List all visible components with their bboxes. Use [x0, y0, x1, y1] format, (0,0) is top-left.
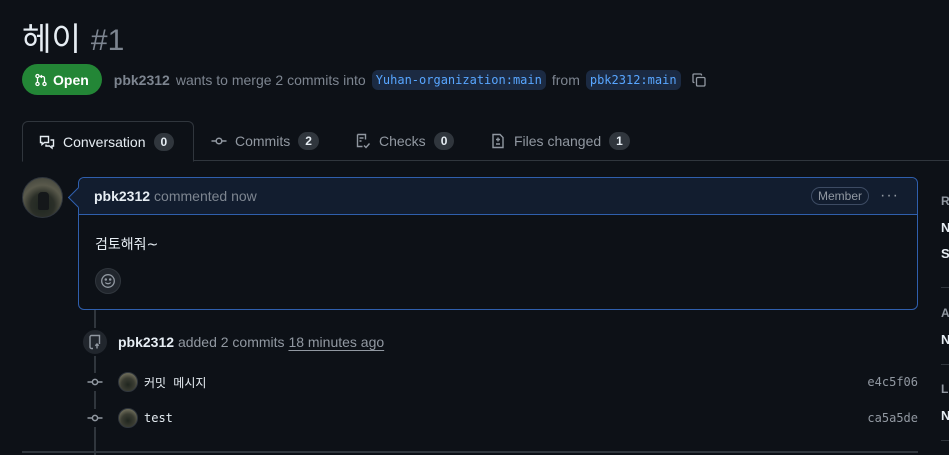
commit-message-link[interactable]: 커밋 메시지 [144, 374, 206, 391]
tab-files-changed-count: 1 [609, 132, 630, 150]
sidebar-reviewers-heading[interactable]: R [941, 194, 949, 208]
git-commit-icon [86, 409, 104, 427]
event-timestamp[interactable]: 18 minutes ago [288, 334, 384, 350]
pr-state-badge: Open [22, 64, 102, 95]
tab-commits-label: Commits [235, 133, 291, 149]
commit-sha-link[interactable]: e4c5f06 [867, 375, 918, 389]
commit-sha-link[interactable]: ca5a5de [867, 411, 918, 425]
sidebar-reviewers-suggestion: S [941, 246, 949, 261]
commits-added-event: pbk2312 added 2 commits 18 minutes ago [118, 334, 384, 350]
commit-message-link[interactable]: test [144, 411, 173, 425]
checklist-icon [356, 133, 371, 149]
pr-author-link[interactable]: pbk2312 [114, 72, 170, 88]
smiley-icon [101, 274, 115, 288]
pr-tab-bar: Conversation 0 Commits 2 Checks 0 Files … [22, 121, 949, 162]
comment-card: pbk2312 commented now Member ··· 검토해줘~ [78, 177, 918, 310]
tab-files-changed[interactable]: Files changed 1 [474, 121, 646, 161]
pr-state-label: Open [53, 71, 89, 88]
pr-from-text: from [551, 71, 580, 88]
tab-commits-count: 2 [298, 132, 319, 150]
comment-header: pbk2312 commented now Member ··· [79, 178, 917, 215]
sidebar-labels-heading[interactable]: L [941, 382, 948, 396]
git-commit-icon [211, 137, 227, 145]
sidebar-divider [941, 364, 949, 365]
tab-commits[interactable]: Commits 2 [195, 121, 335, 161]
sidebar-assignees-heading[interactable]: A [941, 306, 949, 320]
sidebar-divider [941, 287, 949, 288]
pr-title-row: 헤이 #1 [22, 14, 124, 60]
commit-author-avatar[interactable] [118, 372, 138, 392]
event-author-link[interactable]: pbk2312 [118, 334, 174, 350]
tab-files-changed-label: Files changed [514, 133, 602, 149]
pr-sidebar: R N S A N L N [941, 180, 949, 455]
pr-meta: Open pbk2312 wants to merge 2 commits in… [22, 64, 707, 95]
timeline-end-divider [22, 451, 918, 453]
kebab-menu-icon[interactable]: ··· [880, 187, 899, 205]
sidebar-assignees-value: N [941, 332, 949, 347]
comment-timestamp[interactable]: commented now [154, 188, 257, 204]
copy-icon[interactable] [691, 72, 707, 88]
tab-conversation-count: 0 [153, 132, 175, 151]
tab-checks-label: Checks [379, 133, 426, 149]
comment-body: 검토해줘~ [95, 237, 159, 253]
tab-conversation[interactable]: Conversation 0 [22, 121, 194, 162]
sidebar-reviewers-value: N [941, 220, 949, 235]
comment-discussion-icon [39, 135, 55, 149]
pr-number: #1 [90, 24, 125, 57]
sidebar-labels-value: N [941, 408, 949, 423]
event-action: added 2 commits [177, 334, 285, 350]
sidebar-divider [941, 440, 949, 441]
tab-conversation-label: Conversation [63, 133, 146, 150]
tab-checks[interactable]: Checks 0 [339, 121, 470, 161]
git-commit-icon [86, 373, 104, 391]
base-branch-link[interactable]: Yuhan-organization:main [371, 69, 546, 90]
repo-push-icon [89, 334, 101, 350]
comment-author-link[interactable]: pbk2312 [94, 188, 150, 204]
repo-push-event-badge [81, 328, 109, 356]
member-badge: Member [810, 187, 869, 205]
tab-checks-count: 0 [433, 132, 455, 150]
commit-row: test ca5a5de [86, 406, 918, 430]
pr-merge-text: wants to merge 2 commits into [175, 71, 366, 88]
head-branch-link[interactable]: pbk2312:main [585, 69, 681, 90]
avatar[interactable] [22, 177, 63, 218]
commit-author-avatar[interactable] [118, 408, 138, 428]
commit-row: 커밋 메시지 e4c5f06 [86, 370, 918, 394]
add-reaction-button[interactable] [95, 268, 121, 294]
git-pull-request-icon [35, 73, 47, 86]
file-diff-icon [492, 133, 504, 149]
pr-title: 헤이 [22, 20, 81, 58]
